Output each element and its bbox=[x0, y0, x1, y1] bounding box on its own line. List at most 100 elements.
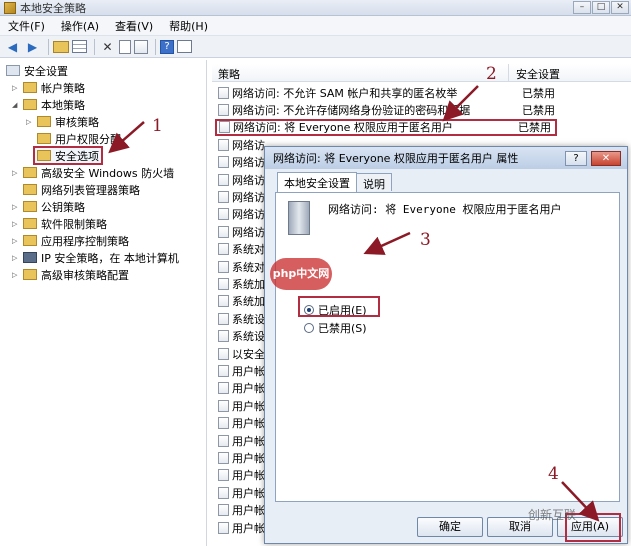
back-arrow-icon[interactable]: ◀ bbox=[4, 39, 21, 55]
annotation-number-4: 4 bbox=[548, 464, 559, 484]
list-row[interactable]: 系统加 bbox=[218, 293, 265, 310]
tab-explain[interactable]: 说明 bbox=[356, 173, 392, 191]
radio-disabled[interactable]: 已禁用(S) bbox=[304, 320, 367, 336]
list-row[interactable]: 网络访问: 不允许 SAM 帐户和共享的匿名枚举 已禁用 bbox=[218, 84, 555, 101]
tree-item-local-policies[interactable]: ◢ 本地策略 bbox=[12, 96, 85, 113]
menu-action[interactable]: 操作(A) bbox=[53, 18, 107, 34]
ok-button[interactable]: 确定 bbox=[417, 517, 483, 537]
list-row[interactable]: 用户帐 bbox=[218, 415, 265, 432]
menu-help[interactable]: 帮助(H) bbox=[161, 18, 216, 34]
expand-arrow-icon[interactable]: ▷ bbox=[12, 271, 20, 279]
list-row[interactable]: 用户帐 bbox=[218, 484, 265, 501]
list-row[interactable]: 系统设 bbox=[218, 328, 265, 345]
list-row[interactable]: 网络访 bbox=[218, 136, 265, 153]
folder-icon bbox=[37, 116, 51, 127]
list-row[interactable]: 用户帐 bbox=[218, 502, 265, 519]
list-row[interactable]: 用户帐 bbox=[218, 380, 265, 397]
tab-local-security-setting[interactable]: 本地安全设置 bbox=[277, 172, 357, 192]
tree-item-audit-policy[interactable]: ▷ 审核策略 bbox=[26, 113, 99, 130]
expand-arrow-icon[interactable]: ▷ bbox=[12, 254, 20, 262]
policy-icon bbox=[218, 295, 229, 308]
expand-arrow-icon[interactable]: ▷ bbox=[12, 203, 20, 211]
tree-item-security-options[interactable]: 安全选项 bbox=[33, 146, 103, 165]
tree-item-firewall[interactable]: ▷ 高级安全 Windows 防火墙 bbox=[12, 164, 174, 181]
export-list-icon[interactable] bbox=[134, 39, 148, 54]
radio-button[interactable] bbox=[304, 323, 314, 333]
policy-icon bbox=[218, 486, 229, 499]
expand-arrow-icon[interactable]: ▷ bbox=[26, 118, 34, 126]
dialog-help-button[interactable]: ? bbox=[565, 151, 587, 166]
list-row[interactable]: 系统设 bbox=[218, 310, 265, 327]
policy-name: 网络访 bbox=[232, 225, 265, 239]
list-row[interactable]: 用户帐 bbox=[218, 449, 265, 466]
column-header-policy[interactable]: 策略 bbox=[218, 66, 240, 82]
list-row[interactable]: 用户帐 bbox=[218, 362, 265, 379]
policy-icon bbox=[218, 208, 229, 221]
tree-item-account-policies[interactable]: ▷ 帐户策略 bbox=[12, 79, 85, 96]
list-row[interactable]: 用户帐 bbox=[218, 519, 265, 536]
list-row[interactable]: 网络访问: 不允许存储网络身份验证的密码和凭据 已禁用 bbox=[218, 101, 555, 118]
column-header-setting[interactable]: 安全设置 bbox=[516, 66, 560, 82]
policy-icon bbox=[218, 347, 229, 360]
up-folder-icon[interactable] bbox=[53, 40, 69, 53]
expand-arrow-icon[interactable]: ▷ bbox=[12, 220, 20, 228]
expand-arrow-icon[interactable]: ▷ bbox=[12, 237, 20, 245]
close-button[interactable]: ✕ bbox=[611, 1, 629, 14]
forward-arrow-icon[interactable]: ▶ bbox=[24, 39, 41, 55]
list-row-selected[interactable]: 网络访问: 将 Everyone 权限应用于匿名用户 已禁用 bbox=[215, 118, 557, 136]
collapse-arrow-icon[interactable]: ◢ bbox=[12, 101, 20, 109]
wechat-watermark: 创新互联 bbox=[528, 508, 577, 522]
column-divider[interactable] bbox=[508, 64, 509, 82]
show-hide-tree-icon[interactable] bbox=[72, 40, 87, 53]
expand-arrow-icon[interactable]: ▷ bbox=[12, 84, 20, 92]
menu-view[interactable]: 查看(V) bbox=[107, 18, 161, 34]
list-row[interactable]: 以安全 bbox=[218, 345, 265, 362]
policy-icon bbox=[218, 451, 229, 464]
minimize-button[interactable]: – bbox=[573, 1, 591, 14]
list-row[interactable]: 用户帐 bbox=[218, 467, 265, 484]
menu-file[interactable]: 文件(F) bbox=[0, 18, 53, 34]
tree-item-software-restriction[interactable]: ▷ 软件限制策略 bbox=[12, 215, 107, 232]
policy-icon bbox=[218, 277, 229, 290]
tree-item-advanced-audit[interactable]: ▷ 高级审核策略配置 bbox=[12, 266, 129, 283]
policy-icon bbox=[218, 364, 229, 377]
expand-arrow-icon[interactable]: ▷ bbox=[12, 169, 20, 177]
policy-name: 用户帐 bbox=[232, 504, 265, 518]
list-row[interactable]: 用户帐 bbox=[218, 397, 265, 414]
folder-icon bbox=[23, 82, 37, 93]
list-row[interactable]: 网络访 bbox=[218, 171, 265, 188]
list-row[interactable]: 网络访 bbox=[218, 188, 265, 205]
list-header: 策略 安全设置 bbox=[212, 64, 631, 82]
tree-item-public-key[interactable]: ▷ 公钥策略 bbox=[12, 198, 85, 215]
policy-icon bbox=[218, 312, 229, 325]
dialog-title: 网络访问: 将 Everyone 权限应用于匿名用户 属性 bbox=[273, 152, 519, 165]
tree-item-ip-security[interactable]: ▷ IP 安全策略，在 本地计算机 bbox=[12, 249, 179, 266]
list-row[interactable]: 网络访 bbox=[218, 223, 265, 240]
list-row[interactable]: 系统对 bbox=[218, 241, 265, 258]
help-icon[interactable]: ? bbox=[160, 39, 174, 54]
policy-icon bbox=[219, 121, 230, 134]
tree-item-security-settings[interactable]: 安全设置 bbox=[6, 62, 68, 79]
tree-item-network-list[interactable]: 网络列表管理器策略 bbox=[23, 181, 140, 198]
list-row[interactable]: 网络访 bbox=[218, 154, 265, 171]
maximize-button[interactable]: □ bbox=[592, 1, 610, 14]
list-row[interactable]: 系统加 bbox=[218, 275, 265, 292]
dialog-close-button[interactable]: ✕ bbox=[591, 151, 621, 166]
list-row[interactable]: 用户帐 bbox=[218, 432, 265, 449]
list-row[interactable]: 系统对 bbox=[218, 258, 265, 275]
properties-icon[interactable] bbox=[119, 39, 131, 54]
policy-setting: 已禁用 bbox=[522, 103, 555, 117]
tree-item-app-control[interactable]: ▷ 应用程序控制策略 bbox=[12, 232, 129, 249]
tree-item-user-rights[interactable]: 用户权限分配 bbox=[37, 130, 121, 147]
list-row[interactable]: 网络访 bbox=[218, 206, 265, 223]
navigation-tree: 安全设置 ▷ 帐户策略 ◢ 本地策略 ▷ 审核策略 用户权限分配 安全选项 ▷ … bbox=[2, 60, 207, 546]
console-icon[interactable] bbox=[177, 40, 192, 53]
policy-setting: 已禁用 bbox=[522, 86, 555, 100]
toolbar-divider bbox=[48, 38, 49, 55]
policy-name: 以安全 bbox=[232, 347, 265, 361]
policy-icon bbox=[218, 86, 229, 99]
security-policy-icon bbox=[4, 1, 16, 14]
policy-name: 系统加 bbox=[232, 295, 265, 309]
folder-icon bbox=[23, 201, 37, 212]
delete-icon[interactable]: ✕ bbox=[99, 39, 116, 55]
